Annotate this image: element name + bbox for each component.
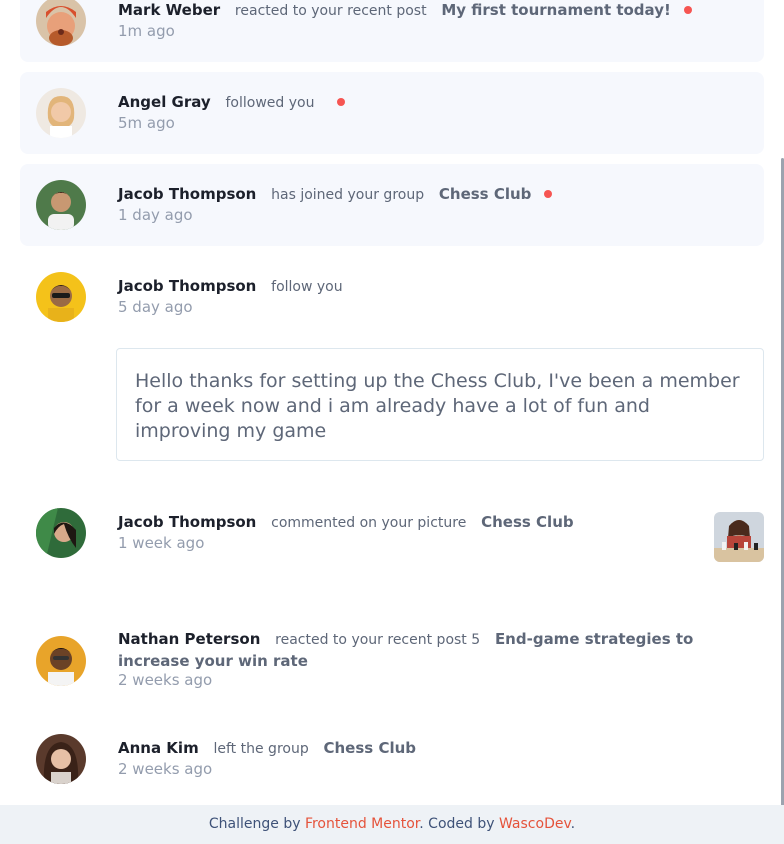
avatar[interactable]	[36, 508, 86, 558]
notification-item[interactable]: Jacob Thompson follow you 5 day ago	[20, 256, 764, 338]
avatar[interactable]	[36, 272, 86, 322]
notification-action: reacted to your recent post 5	[275, 632, 481, 648]
notification-action: has joined your group	[271, 187, 425, 203]
avatar[interactable]	[36, 180, 86, 230]
notification-action: commented on your picture	[271, 515, 467, 531]
user-name[interactable]: Jacob Thompson	[118, 513, 256, 531]
notification-action: follow you	[271, 279, 343, 295]
author-link[interactable]: WascoDev	[499, 816, 571, 832]
notification-time: 1 day ago	[118, 206, 193, 224]
notification-time: 1m ago	[118, 22, 175, 40]
avatar[interactable]	[36, 0, 86, 46]
notification-item[interactable]: Jacob Thompson commented on your picture…	[20, 492, 764, 574]
user-name[interactable]: Anna Kim	[118, 739, 199, 757]
notification-action: reacted to your recent post	[234, 3, 427, 19]
notification-item[interactable]: Angel Gray followed you 5m ago	[20, 72, 764, 154]
notification-action: left the group	[213, 741, 309, 757]
private-message[interactable]: Hello thanks for setting up the Chess Cl…	[116, 348, 764, 461]
unread-dot	[683, 6, 692, 14]
notification-item[interactable]: Jacob Thompson has joined your group Che…	[20, 164, 764, 246]
footer-prefix: Challenge by	[208, 816, 301, 832]
notification-item[interactable]: Mark Weber reacted to your recent post M…	[20, 0, 764, 62]
user-name[interactable]: Mark Weber	[118, 1, 220, 19]
attribution-footer: Challenge by Frontend Mentor. Coded by W…	[0, 805, 784, 844]
notification-target[interactable]: Chess Club	[439, 185, 532, 203]
user-name[interactable]: Jacob Thompson	[118, 185, 256, 203]
footer-suffix: .	[570, 816, 576, 832]
notification-target[interactable]: Chess Club	[481, 513, 574, 531]
notification-time: 2 weeks ago	[118, 760, 213, 778]
commented-picture-thumbnail[interactable]	[714, 512, 764, 562]
unread-dot	[544, 190, 553, 198]
notification-time: 5m ago	[118, 114, 175, 132]
user-name[interactable]: Angel Gray	[118, 93, 211, 111]
notification-action: followed you	[225, 95, 315, 111]
notification-item[interactable]: Anna Kim left the group Chess Club 2 wee…	[20, 718, 764, 800]
notification-time: 2 weeks ago	[118, 671, 213, 689]
notification-target[interactable]: Chess Club	[324, 739, 417, 757]
avatar[interactable]	[36, 88, 86, 138]
unread-dot	[337, 98, 346, 106]
frontend-mentor-link[interactable]: Frontend Mentor	[305, 816, 419, 832]
notification-time: 1 week ago	[118, 534, 205, 552]
notification-time: 5 day ago	[118, 298, 193, 316]
notification-target[interactable]: My first tournament today!	[441, 1, 670, 19]
user-name[interactable]: Jacob Thompson	[118, 277, 256, 295]
avatar[interactable]	[36, 636, 86, 686]
notification-item[interactable]: Nathan Peterson reacted to your recent p…	[20, 610, 764, 710]
user-name[interactable]: Nathan Peterson	[118, 630, 260, 648]
footer-middle: . Coded by	[419, 816, 495, 832]
avatar[interactable]	[36, 734, 86, 784]
